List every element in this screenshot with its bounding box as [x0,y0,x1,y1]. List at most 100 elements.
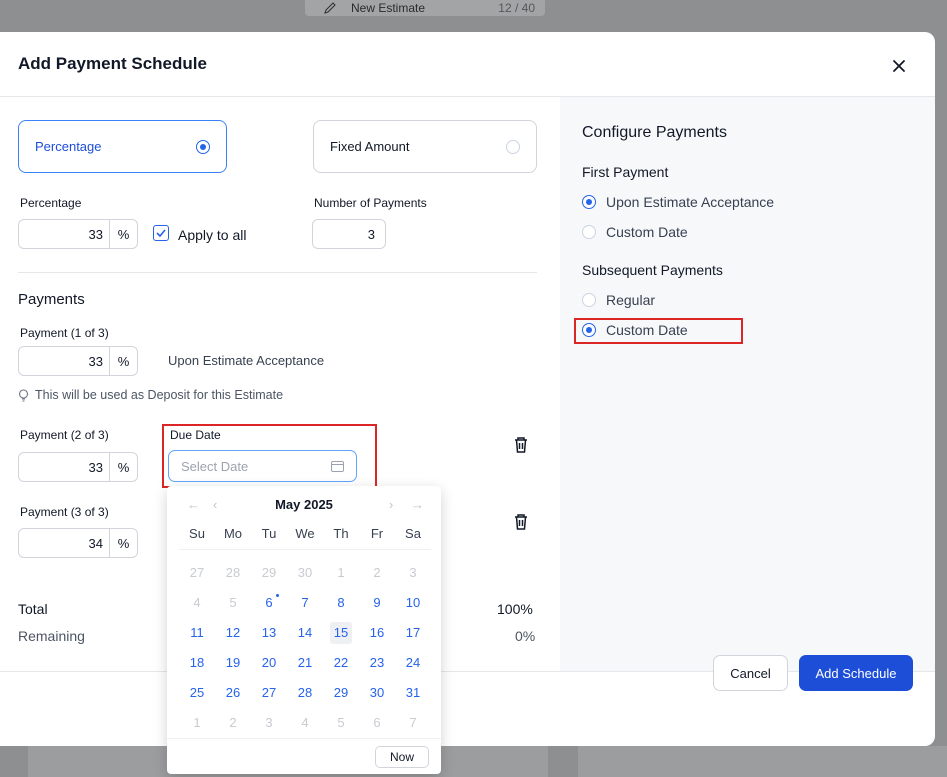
total-label: Total [18,601,48,617]
weekday-label: Th [333,526,349,541]
calendar-day[interactable]: 25 [186,682,208,704]
calendar-day: 30 [297,565,313,580]
modal-title: Add Payment Schedule [18,54,207,73]
calendar-day: 28 [225,565,241,580]
calendar-day[interactable]: 14 [294,622,316,644]
percentage-option-card[interactable]: Percentage [18,120,227,173]
subsequent-regular-radio[interactable] [582,293,596,307]
calendar-day[interactable]: 12 [222,622,244,644]
calendar-day[interactable]: 20 [258,652,280,674]
payment-2-unit: % [109,453,137,481]
calendar-day[interactable]: 23 [366,652,388,674]
number-of-payments-input[interactable]: 3 [312,219,386,249]
percentage-value: 33 [88,226,103,242]
calendar-weekday-row: Su Mo Tu We Th Fr Sa [179,526,431,550]
calendar-day[interactable]: 9 [366,592,388,614]
due-date-label: Due Date [170,428,221,442]
calendar-day[interactable]: 27 [258,682,280,704]
close-icon[interactable] [891,58,907,74]
subsequent-regular-label: Regular [606,292,656,308]
calendar-day[interactable]: 17 [402,622,424,644]
percentage-unit: % [109,220,137,248]
apply-to-all-checkbox[interactable] [153,225,169,241]
deposit-hint: This will be used as Deposit for this Es… [18,388,283,402]
calendar-day[interactable]: 13 [258,622,280,644]
calendar-day: 29 [261,565,277,580]
calendar-day[interactable]: 18 [186,652,208,674]
subsequent-custom-label: Custom Date [606,322,688,338]
pencil-icon [324,2,336,14]
percentage-input[interactable]: 33 % [18,219,138,249]
cancel-button[interactable]: Cancel [713,655,788,691]
calendar-day[interactable]: 7 [294,592,316,614]
fixed-amount-option-card[interactable]: Fixed Amount [313,120,537,173]
calendar-day[interactable]: 26 [222,682,244,704]
payment-3-value: 34 [88,535,103,551]
remaining-value: 0% [515,628,536,644]
calendar-day[interactable]: 22 [330,652,352,674]
calendar-day[interactable]: 30 [366,682,388,704]
now-button[interactable]: Now [375,746,429,768]
weekday-label: Su [189,526,205,541]
calendar-day[interactable]: 16 [366,622,388,644]
payment-3-label: Payment (3 of 3) [20,505,109,519]
calendar-day: 5 [337,715,345,730]
calendar-footer: Now [167,738,441,774]
calendar-day[interactable]: 11 [186,622,208,644]
subsequent-custom-radio[interactable] [582,323,596,337]
calendar-day: 4 [301,715,309,730]
calendar-day[interactable]: 29 [330,682,352,704]
calendar-day[interactable]: 28 [294,682,316,704]
date-picker-popup: ← ‹ May 2025 › → Su Mo Tu We Th Fr Sa 27 28 29 30… [167,486,441,774]
weekday-label: Sa [405,526,421,541]
background-estimate-card: New Estimate 12 / 40 [305,0,545,16]
payment-1-label: Payment (1 of 3) [20,326,109,340]
background-panel [578,746,947,777]
next-year-icon[interactable]: → [411,497,424,512]
first-option-custom[interactable]: Custom Date [582,224,688,240]
apply-to-all-label: Apply to all [178,227,247,243]
payment-1-input[interactable]: 33 % [18,346,138,376]
divider [18,272,537,273]
fixed-amount-radio[interactable] [506,140,520,154]
trash-icon[interactable] [513,513,529,531]
check-icon [156,229,166,237]
calendar-day[interactable]: 19 [222,652,244,674]
trash-icon[interactable] [513,436,529,454]
percentage-radio[interactable] [196,140,210,154]
total-value: 100% [497,601,533,617]
first-option-acceptance[interactable]: Upon Estimate Acceptance [582,194,774,210]
calendar-day-grid: 27 28 29 30 1 2 3 4 5 6 7 8 9 10 11 12 13 14 15 16 17 18 19 20 2… [179,558,431,738]
due-date-input[interactable]: Select Date [168,450,357,482]
payment-1-unit: % [109,347,137,375]
calendar-day: 1 [337,565,345,580]
calendar-day[interactable]: 6 [258,592,280,614]
first-acceptance-label: Upon Estimate Acceptance [606,194,775,210]
add-schedule-button[interactable]: Add Schedule [799,655,913,691]
subsequent-option-regular[interactable]: Regular [582,292,655,308]
background-estimate-title: New Estimate [351,1,426,15]
calendar-day[interactable]: 15 [330,622,352,644]
payment-3-input[interactable]: 34 % [18,528,138,558]
calendar-day[interactable]: 31 [402,682,424,704]
payment-1-value: 33 [88,353,103,369]
calendar-day: 4 [193,595,201,610]
weekday-label: We [295,526,315,541]
first-acceptance-radio[interactable] [582,195,596,209]
calendar-day: 6 [373,715,381,730]
first-custom-radio[interactable] [582,225,596,239]
calendar-day[interactable]: 21 [294,652,316,674]
calendar-day[interactable]: 8 [330,592,352,614]
weekday-label: Mo [223,526,243,541]
calendar-day[interactable]: 10 [402,592,424,614]
modal-header: Add Payment Schedule [0,32,935,97]
weekday-label: Tu [261,526,277,541]
payment-2-input[interactable]: 33 % [18,452,138,482]
subsequent-option-custom[interactable]: Custom Date [582,322,688,338]
calendar-day[interactable]: 24 [402,652,424,674]
calendar-day: 2 [229,715,237,730]
deposit-hint-text: This will be used as Deposit for this Es… [35,388,284,402]
weekday-label: Fr [370,526,384,541]
next-month-icon[interactable]: › [389,497,393,512]
payments-title: Payments [18,291,85,308]
